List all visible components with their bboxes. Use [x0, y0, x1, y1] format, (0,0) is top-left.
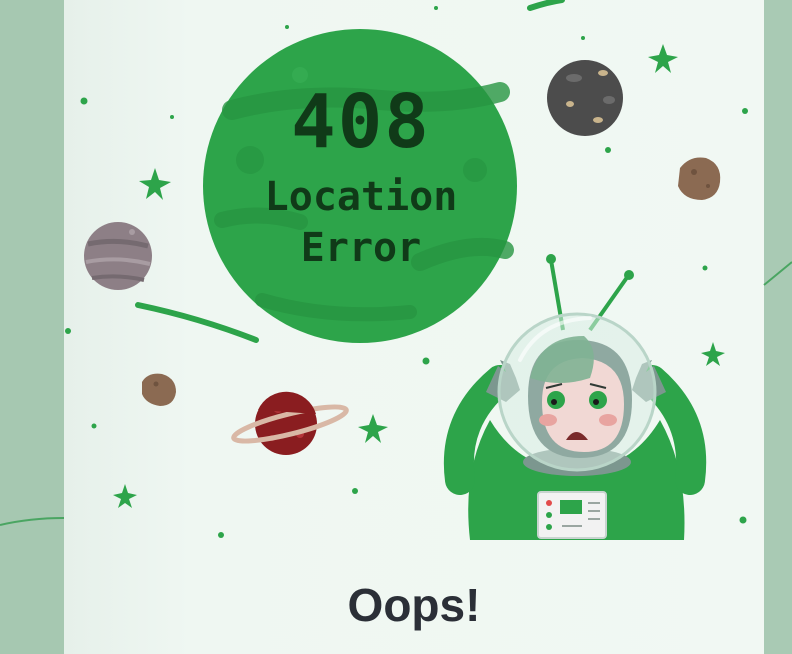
- error-code: 408: [291, 79, 431, 165]
- asteroid-icon-small: [142, 373, 176, 406]
- orbit-line-left: [0, 517, 65, 526]
- striped-planet-icon: [84, 222, 152, 290]
- error-message-line-1: Location: [264, 174, 458, 220]
- grey-planet-icon: [547, 60, 623, 136]
- astronaut-illustration: [443, 254, 707, 540]
- orbit-line-right: [763, 261, 792, 286]
- comet-streak-top: [527, 0, 565, 11]
- ringed-planet-icon: [231, 391, 349, 455]
- error-page: 408 Location Error Oops!: [0, 0, 792, 654]
- comet-streak-left: [135, 302, 259, 343]
- page-heading: Oops!: [347, 579, 481, 631]
- error-message-line-2: Error: [300, 225, 422, 271]
- asteroid-icon: [678, 157, 721, 200]
